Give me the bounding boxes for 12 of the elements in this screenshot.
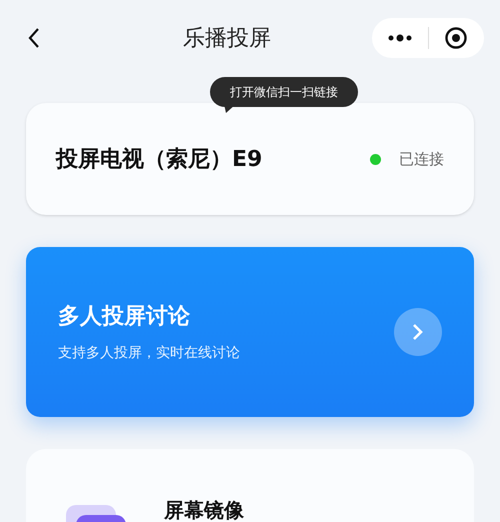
tooltip-pointer-icon	[224, 104, 236, 113]
device-name: 投屏电视（索尼）E9	[56, 146, 264, 174]
feature-card[interactable]: 屏幕镜像	[26, 449, 474, 522]
arrow-button-icon[interactable]	[394, 308, 442, 356]
feature-title: 屏幕镜像	[164, 497, 244, 522]
promo-title: 多人投屏讨论	[58, 303, 191, 331]
tooltip: 打开微信扫一扫链接	[210, 77, 358, 107]
device-card[interactable]: 投屏电视（索尼）E9 已连接	[26, 103, 474, 215]
connection-status: 已连接	[399, 148, 444, 170]
page-title: 乐播投屏	[183, 24, 271, 52]
promo-card[interactable]: 多人投屏讨论 支持多人投屏，实时在线讨论	[26, 247, 474, 417]
promo-subtitle: 支持多人投屏，实时在线讨论	[58, 344, 241, 363]
